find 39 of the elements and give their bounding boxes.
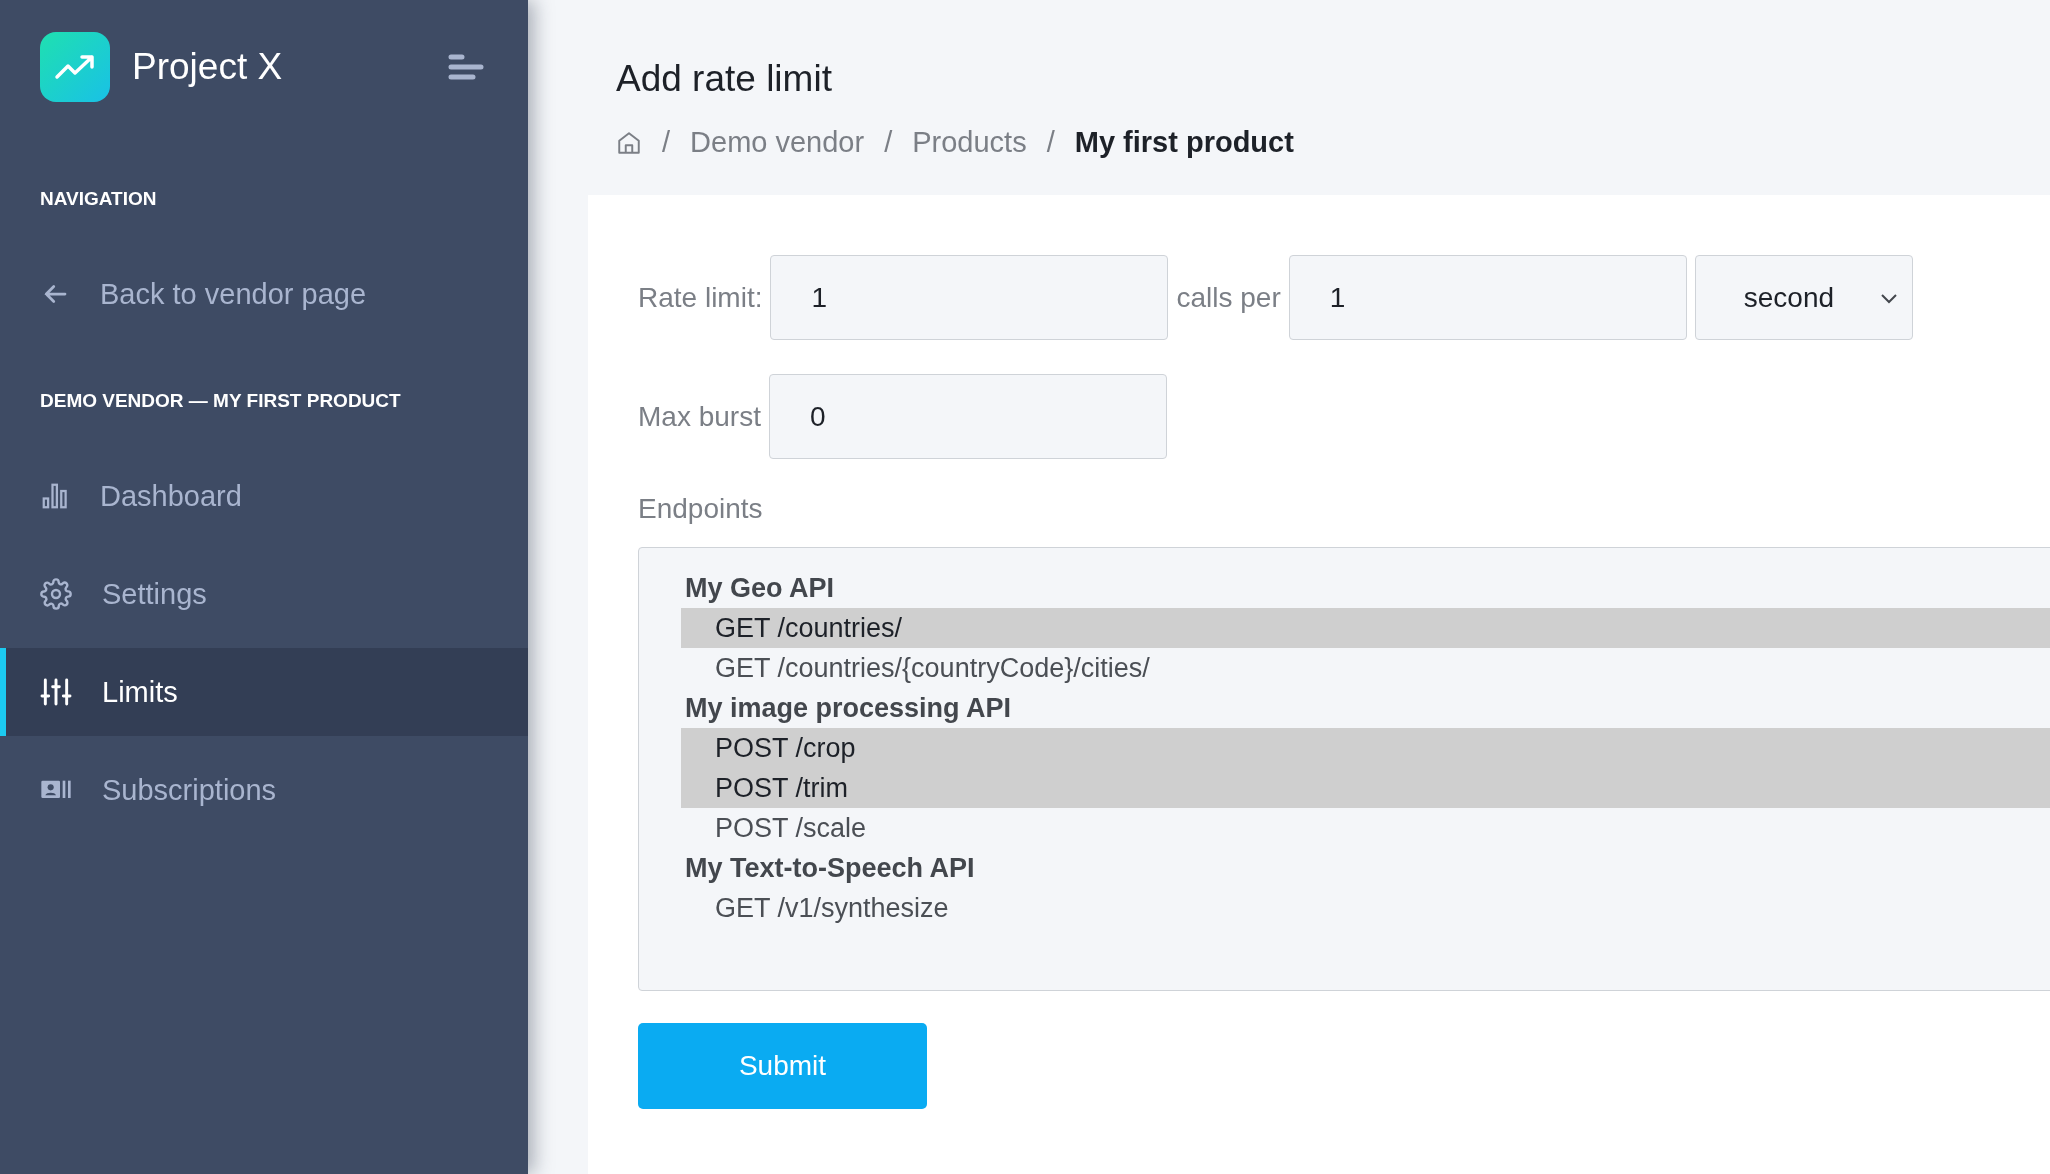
nav-item[interactable]: Limits [0,648,528,736]
endpoint-option[interactable]: POST /trim [681,768,2050,808]
breadcrumb-link[interactable]: Demo vendor [690,126,865,159]
endpoint-group-label: My Text-to-Speech API [684,852,976,885]
nav-item[interactable]: Dashboard [0,452,528,540]
field-label: Rate limit: [638,281,763,314]
bar-chart-icon [40,481,70,511]
nav-item[interactable]: Subscriptions [0,746,528,834]
field-label: Endpoints [638,493,763,524]
calls-per-field[interactable]: 1 [1288,255,1687,340]
sliders-icon [40,676,72,708]
breadcrumb-separator: / [1046,126,1055,159]
trend-logo-icon [40,31,110,102]
chevron-down-icon [1879,291,1898,304]
max-burst-field[interactable]: 0 [768,374,1167,459]
endpoint-option[interactable]: GET /countries/{countryCode}/cities/ [681,648,2050,688]
page-title: Add rate limit [615,58,833,100]
endpoint-option[interactable]: GET /v1/synthesize [681,888,2050,928]
endpoint-option[interactable]: GET /countries/ [681,608,2050,648]
breadcrumb-separator: / [884,126,893,159]
rate-limit-field[interactable]: 1 [770,255,1169,340]
endpoints-listbox[interactable]: My Geo API GET /countries/ GET /countries/{countryCode}/cities/ My image processing API POST /crop POST /trim POST /scale My Text-to-Speech API GET /v1/synthesize [638,547,2050,991]
brand-name: Project X [132,45,284,88]
nav-item[interactable]: Settings [0,550,528,638]
nav-section-heading: DEMO VENDOR — MY FIRST PRODUCT [39,390,402,412]
endpoint-option[interactable]: POST /crop [681,728,2050,768]
endpoint-option[interactable]: POST /scale [681,808,2050,848]
breadcrumb-link[interactable]: My first product [1074,126,1294,159]
nav-section-heading: NAVIGATION [39,188,158,210]
settings-icon [40,578,72,610]
endpoint-group-label: My Geo API [684,572,836,605]
home-icon[interactable] [616,129,642,156]
field-label: calls per [1176,281,1281,314]
endpoint-group-label: My image processing API [684,692,1013,725]
period-select[interactable]: second [1694,255,1913,340]
breadcrumb-link[interactable]: Products [912,126,1027,159]
nav-item[interactable]: Back to vendor page [0,250,528,338]
breadcrumb-separator: / [662,126,671,159]
field-label: Max burst [638,400,761,433]
